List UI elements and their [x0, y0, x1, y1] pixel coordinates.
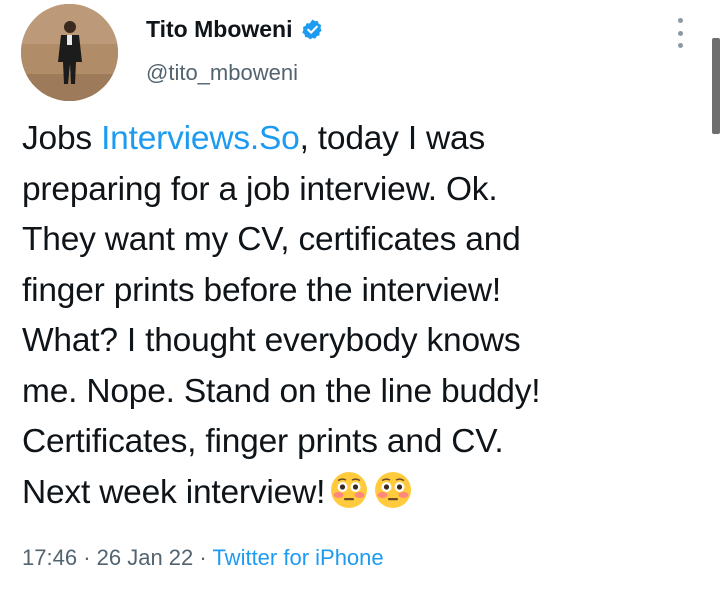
tweet-meta: 17:46 · 26 Jan 22 · Twitter for iPhone — [22, 545, 384, 571]
avatar-photo — [21, 4, 118, 101]
tweet-line: Certificates, finger prints and CV. — [22, 423, 504, 460]
tweet-line: Jobs Interviews.So, today I was — [22, 114, 702, 165]
tweet-text: Jobs Interviews.So, today I was preparin… — [22, 114, 702, 518]
more-dot — [677, 30, 683, 36]
verified-badge-icon — [301, 19, 322, 40]
tweet-line-text: Jobs — [22, 120, 102, 157]
user-handle[interactable]: @tito_mboweni — [146, 60, 298, 86]
tweet-line-text: Next week interview! — [22, 473, 326, 511]
tweet-card: Tito Mboweni @tito_mboweni Jobs Intervie… — [0, 0, 720, 594]
display-name[interactable]: Tito Mboweni — [146, 16, 293, 43]
meta-separator: · — [83, 545, 91, 570]
tweet-line: preparing for a job interview. Ok. — [22, 170, 498, 208]
tweet-date[interactable]: 26 Jan 22 — [97, 545, 194, 570]
profile-avatar[interactable] — [21, 4, 118, 101]
tweet-line: Next week interview! — [22, 468, 702, 519]
more-dot — [677, 43, 683, 48]
more-dot — [677, 18, 683, 23]
tweet-line-text: , today I was — [299, 120, 486, 157]
tweet-link[interactable]: Interviews.So — [101, 120, 300, 157]
flushed-face-emoji — [375, 471, 412, 508]
meta-separator: · — [199, 545, 207, 570]
author-name-row[interactable]: Tito Mboweni — [146, 16, 324, 43]
tweet-line: They want my CV, certificates and — [22, 221, 521, 258]
tweet-line: What? I thought everybody knows — [22, 322, 521, 359]
scrollbar-thumb[interactable] — [712, 38, 720, 134]
tweet-line: finger prints before the interview! — [22, 271, 501, 309]
flushed-face-emoji — [331, 471, 368, 508]
more-vertical-icon[interactable] — [672, 18, 688, 48]
tweet-time[interactable]: 17:46 — [22, 545, 77, 570]
tweet-line: me. Nope. Stand on the line buddy! — [22, 372, 541, 410]
tweet-source-link[interactable]: Twitter for iPhone — [212, 545, 383, 570]
